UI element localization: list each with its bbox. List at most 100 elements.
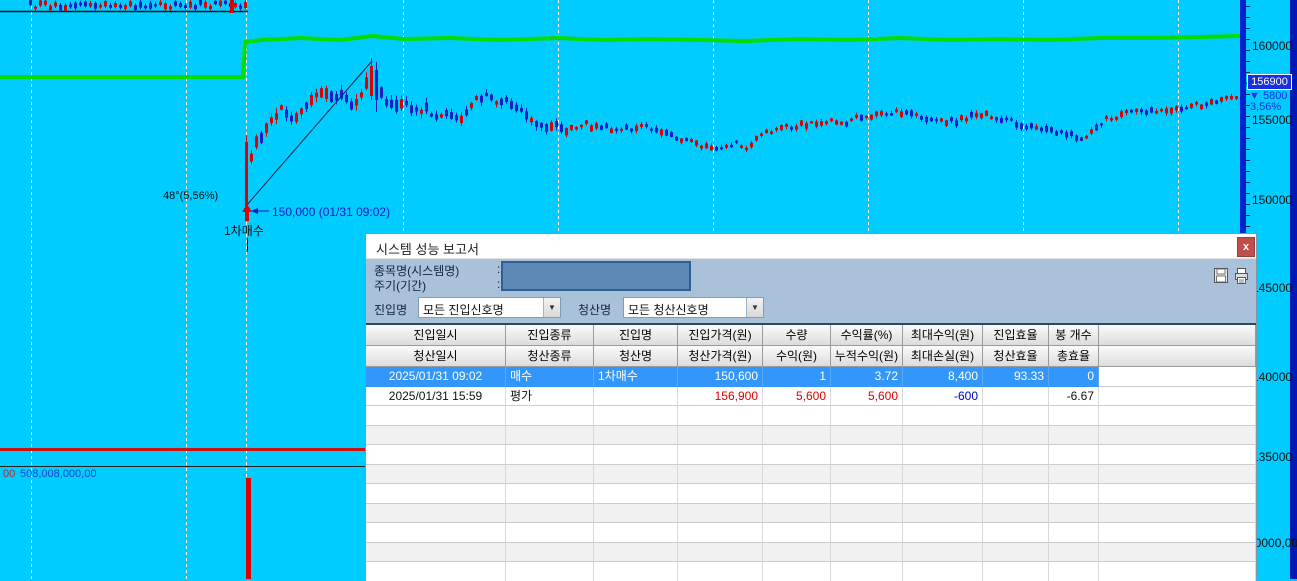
- table-cell: 2025/01/31 09:02: [366, 367, 506, 387]
- table-cell: [678, 504, 763, 524]
- table-cell: [506, 504, 594, 524]
- table-cell: [983, 484, 1049, 504]
- table-cell: -600: [903, 387, 983, 407]
- table-cell: [678, 543, 763, 563]
- header-cell-exit-7: 청산효율: [983, 346, 1049, 367]
- table-row-empty[interactable]: [366, 445, 1256, 465]
- colon: :: [497, 277, 500, 291]
- table-cell: [366, 562, 506, 581]
- table-cell: [831, 484, 903, 504]
- table-row-empty[interactable]: [366, 562, 1256, 581]
- table-cell: [366, 465, 506, 485]
- period-label: 주기(기간): [374, 277, 426, 294]
- table-cell: [983, 504, 1049, 524]
- header-cell-exit-1: 청산종류: [506, 346, 594, 367]
- table-cell: [366, 543, 506, 563]
- table-row-empty[interactable]: [366, 465, 1256, 485]
- table-row[interactable]: 2025/01/31 15:59평가156,9005,6005,600-600-…: [366, 387, 1256, 407]
- header-cell-entry-2: 진입명: [594, 325, 678, 346]
- table-cell: [594, 562, 678, 581]
- header-cell-entry-4: 수량: [763, 325, 831, 346]
- table-cell: [983, 562, 1049, 581]
- chevron-down-icon[interactable]: ▼: [746, 298, 763, 317]
- dialog-titlebar[interactable]: 시스템 성능 보고서 x: [366, 234, 1256, 259]
- table-cell: [831, 523, 903, 543]
- system-performance-report-dialog: 시스템 성능 보고서 x 종목명(시스템명) : 주기(기간) : 진입명 모든…: [365, 233, 1257, 579]
- table-row-empty[interactable]: [366, 523, 1256, 543]
- table-row-empty[interactable]: [366, 504, 1256, 524]
- table-cell: [763, 465, 831, 485]
- table-cell: 2025/01/31 15:59: [366, 387, 506, 407]
- close-icon[interactable]: x: [1237, 237, 1255, 257]
- table-cell: [831, 465, 903, 485]
- header-cell-entry-1: 진입종류: [506, 325, 594, 346]
- table-cell: 0: [1049, 367, 1099, 387]
- table-cell: 1: [763, 367, 831, 387]
- header-cell-entry-6: 최대수익(원): [903, 325, 983, 346]
- table-cell: 8,400: [903, 367, 983, 387]
- table-cell: [366, 426, 506, 446]
- exit-signal-value: 모든 청산신호명: [628, 301, 745, 318]
- chevron-down-icon[interactable]: ▼: [543, 298, 560, 317]
- entry-signal-select[interactable]: 모든 진입신호명 ▼: [418, 297, 561, 318]
- header-cell-entry-8: 봉 개수: [1049, 325, 1099, 346]
- table-cell: [366, 523, 506, 543]
- header-cell-entry-7: 진입효율: [983, 325, 1049, 346]
- table-cell: [983, 523, 1049, 543]
- print-icon[interactable]: [1234, 268, 1250, 284]
- table-cell: [831, 504, 903, 524]
- table-cell: 평가: [506, 387, 594, 407]
- dialog-title: 시스템 성능 보고서: [376, 239, 479, 258]
- table-cell: [594, 445, 678, 465]
- header-cell-exit-2: 청산명: [594, 346, 678, 367]
- colon: :: [497, 262, 500, 276]
- table-cell: [678, 562, 763, 581]
- table-cell: [763, 504, 831, 524]
- table-cell: [903, 543, 983, 563]
- table-row-empty[interactable]: [366, 484, 1256, 504]
- header-cell-entry-0: 진입일시: [366, 325, 506, 346]
- table-cell: [903, 484, 983, 504]
- table-cell: -6.67: [1049, 387, 1099, 407]
- table-cell: [1099, 406, 1256, 426]
- exit-signal-select[interactable]: 모든 청산신호명 ▼: [623, 297, 764, 318]
- table-cell: [903, 465, 983, 485]
- table-cell: [903, 426, 983, 446]
- table-cell: [1099, 504, 1256, 524]
- table-row-empty[interactable]: [366, 543, 1256, 563]
- header-cell-exit-5: 누적수익(원): [831, 346, 903, 367]
- table-row-selected[interactable]: 2025/01/31 09:02매수1차매수150,60013.728,4009…: [366, 367, 1256, 387]
- header-cell-exit-0: 청산일시: [366, 346, 506, 367]
- table-cell: [678, 406, 763, 426]
- save-icon[interactable]: [1214, 268, 1228, 284]
- table-cell: [763, 523, 831, 543]
- table-cell: [594, 484, 678, 504]
- table-cell: [1099, 562, 1256, 581]
- table-cell: [763, 406, 831, 426]
- table-cell: [763, 445, 831, 465]
- table-cell: [983, 465, 1049, 485]
- table-cell: [903, 523, 983, 543]
- table-cell: [831, 562, 903, 581]
- table-cell: [763, 426, 831, 446]
- table-cell: [1049, 484, 1099, 504]
- header-cell-exit-9: [1099, 346, 1256, 367]
- header-cell-entry-9: [1099, 325, 1256, 346]
- table-row-empty[interactable]: [366, 426, 1256, 446]
- table-cell: [1049, 426, 1099, 446]
- table-cell: [678, 426, 763, 446]
- table-cell: [678, 445, 763, 465]
- table-row-empty[interactable]: [366, 406, 1256, 426]
- table-cell: [678, 465, 763, 485]
- symbol-name-masked-box: [501, 261, 691, 291]
- table-cell: [506, 445, 594, 465]
- table-cell: [506, 406, 594, 426]
- table-cell: [678, 484, 763, 504]
- header-cell-entry-5: 수익률(%): [831, 325, 903, 346]
- table-cell: [983, 406, 1049, 426]
- table-cell: [678, 523, 763, 543]
- table-cell: [983, 445, 1049, 465]
- table-cell: 150,600: [678, 367, 763, 387]
- table-cell: [594, 406, 678, 426]
- table-cell: [506, 562, 594, 581]
